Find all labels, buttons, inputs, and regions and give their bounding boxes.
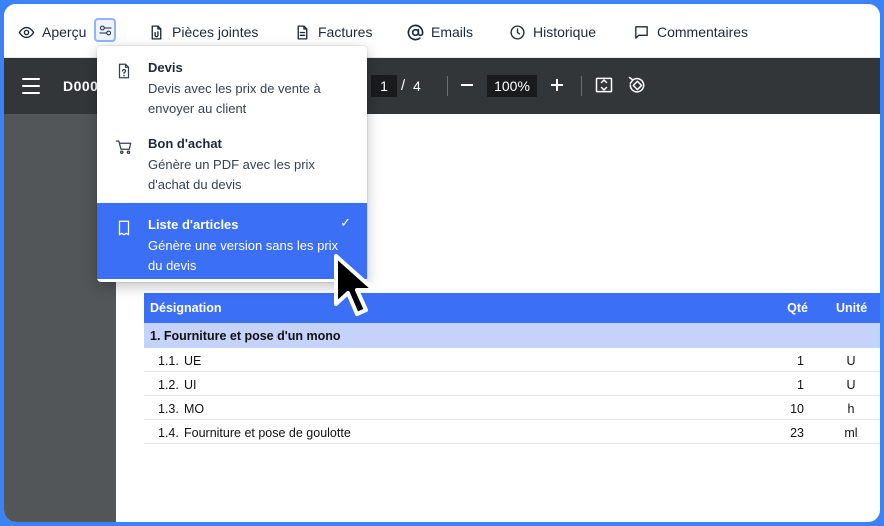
row-number: 1.2.	[158, 378, 179, 392]
dropdown-item-title: Devis	[148, 60, 183, 75]
row-unite: h	[847, 402, 855, 416]
dropdown-item-desc: Génère une version sans les prix du devi…	[148, 238, 339, 273]
tab-emails-label: Emails	[431, 24, 474, 40]
row-number: 1.3.	[158, 402, 179, 416]
preview-mode-dropdown: Devis Devis avec les prix de vente à env…	[97, 46, 367, 282]
dropdown-item-desc: Génère un PDF avec les prix d'achat du d…	[148, 157, 315, 192]
row-qte: 1	[797, 354, 804, 368]
dropdown-item-desc: Devis avec les prix de vente à envoyer a…	[148, 81, 321, 116]
dropdown-item-title: Liste d'articles	[148, 217, 239, 232]
dropdown-item-liste-articles[interactable]: Liste d'articles Génère une version sans…	[97, 203, 367, 279]
settings-toggle-icon	[98, 25, 112, 35]
dropdown-item-devis[interactable]: Devis Devis avec les prix de vente à env…	[97, 46, 367, 122]
table-section-row: 1. Fourniture et pose d'un mono	[144, 323, 880, 348]
fit-page-icon	[595, 77, 613, 93]
paperclip-file-icon	[151, 24, 162, 40]
items-table: Désignation Qté Unité 1. Fourniture et p…	[144, 293, 880, 444]
invoice-icon	[297, 24, 308, 40]
comment-icon	[635, 25, 648, 39]
rotate-button[interactable]	[627, 75, 649, 97]
fit-page-button[interactable]	[594, 75, 616, 97]
preview-settings-button[interactable]	[94, 18, 116, 42]
row-number: 1.4.	[158, 426, 179, 440]
menu-icon[interactable]	[22, 78, 40, 94]
row-unite: U	[846, 378, 856, 392]
tab-pieces-jointes[interactable]: Pièces jointes	[148, 20, 258, 44]
cart-icon	[115, 138, 133, 156]
row-qte: 1	[797, 378, 804, 392]
row-qte: 23	[790, 426, 804, 440]
receipt-icon	[115, 219, 133, 237]
plus-icon	[551, 79, 563, 91]
zoom-level[interactable]: 100%	[487, 75, 537, 97]
tab-commentaires[interactable]: Commentaires	[633, 20, 748, 44]
table-row: 1.1. UE 1 U	[144, 348, 880, 372]
row-unite: ml	[844, 426, 858, 440]
toolbar-divider	[581, 76, 582, 96]
table-row: 1.3. MO 10 h	[144, 396, 880, 420]
tab-commentaires-label: Commentaires	[657, 24, 749, 40]
row-designation: UE	[184, 354, 202, 368]
quote-doc-icon	[115, 62, 133, 80]
dropdown-item-title: Bon d'achat	[148, 136, 222, 151]
zoom-out-button[interactable]	[456, 74, 478, 96]
page-number-input[interactable]: 1	[371, 75, 397, 97]
clock-icon	[510, 24, 525, 40]
table-header: Désignation Qté Unité	[144, 293, 880, 323]
eye-icon	[18, 26, 35, 38]
tab-historique-label: Historique	[533, 24, 597, 40]
header-unite: Unité	[836, 301, 868, 315]
header-qte: Qté	[787, 301, 808, 315]
app-frame: Aperçu Pièces jointes Factures Emails Hi…	[4, 4, 880, 522]
table-row: 1.2. UI 1 U	[144, 372, 880, 396]
row-unite: U	[846, 354, 856, 368]
toolbar-divider	[447, 76, 448, 96]
tab-historique[interactable]: Historique	[509, 20, 596, 44]
tab-factures[interactable]: Factures	[294, 20, 372, 44]
header-designation: Désignation	[150, 301, 222, 315]
document-title: D000	[63, 78, 99, 94]
page-total: 4	[413, 78, 421, 94]
mouse-cursor-icon	[334, 254, 376, 316]
row-qte: 10	[790, 402, 804, 416]
row-designation: UI	[184, 378, 197, 392]
rotate-icon	[628, 76, 645, 93]
check-icon: ✓	[340, 215, 351, 230]
row-designation: MO	[184, 402, 205, 416]
zoom-in-button[interactable]	[546, 74, 568, 96]
minus-icon	[461, 84, 473, 86]
page-separator: /	[401, 77, 406, 94]
row-designation: Fourniture et pose de goulotte	[184, 426, 351, 440]
tab-apercu[interactable]: Aperçu	[18, 20, 86, 44]
tab-emails[interactable]: Emails	[407, 20, 473, 44]
tab-pieces-jointes-label: Pièces jointes	[172, 24, 259, 40]
tab-factures-label: Factures	[318, 24, 373, 40]
row-number: 1.1.	[158, 354, 179, 368]
tab-apercu-label: Aperçu	[42, 24, 87, 40]
at-icon	[407, 24, 424, 40]
dropdown-item-bon-achat[interactable]: Bon d'achat Génère un PDF avec les prix …	[97, 122, 367, 198]
section-title: 1. Fourniture et pose d'un mono	[150, 329, 341, 343]
table-row: 1.4. Fourniture et pose de goulotte 23 m…	[144, 420, 880, 444]
